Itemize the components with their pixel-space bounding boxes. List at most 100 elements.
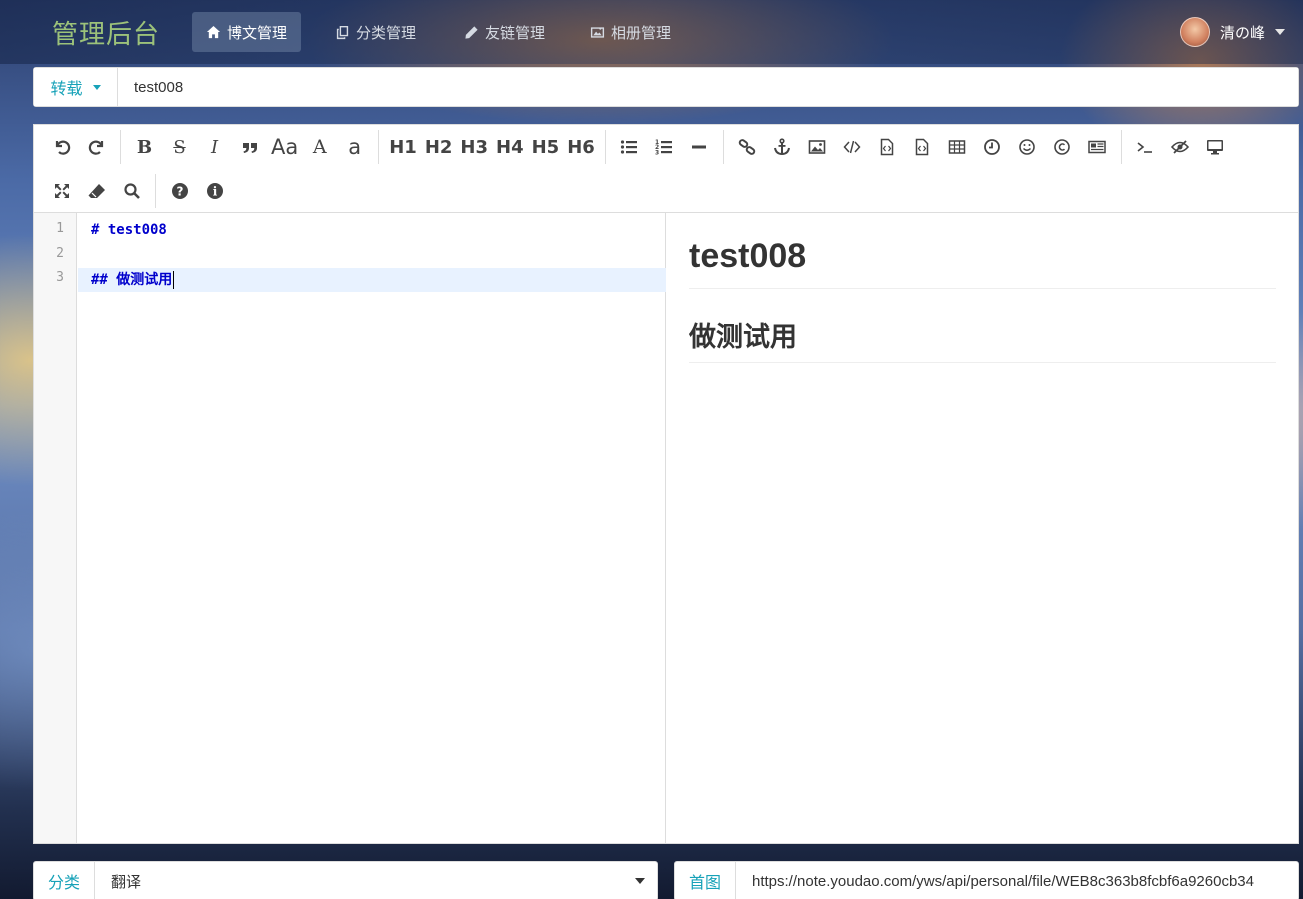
search-icon [123,183,140,199]
desktop-icon [1207,140,1224,155]
emoji-button[interactable] [1010,132,1045,162]
svg-text:3: 3 [655,150,659,157]
category-select[interactable]: 翻译 [95,862,657,899]
category-input-group: 分类 翻译 [33,861,658,899]
code-editor-pane[interactable]: # test008 ## 做测试用 [78,213,666,843]
help-button[interactable]: ? [162,176,197,206]
capitalize-button[interactable]: A [302,132,337,162]
code-line-active[interactable]: ## 做测试用 [78,268,666,292]
markdown-preview-pane: test008 做测试用 [667,213,1298,843]
pencil-icon [465,25,478,39]
expand-icon [54,184,69,198]
list-ol-icon: 123 [655,139,673,157]
image-icon [590,26,605,38]
code-line[interactable] [78,243,666,267]
chevron-down-icon [1275,29,1285,35]
nav-item-label: 友链管理 [485,24,546,42]
quote-button[interactable] [232,132,267,162]
preview-button[interactable] [1198,132,1233,162]
horizontal-rule-button[interactable] [682,132,717,162]
html-entities-button[interactable] [1045,132,1080,162]
question-circle-icon: ? [171,183,188,199]
markdown-editor: B S I Aa A a H1 H2 H3 H4 H5 H6 123 ? i 1… [33,124,1299,844]
strikethrough-button[interactable]: S [162,132,197,162]
file-code-icon [881,138,894,156]
terminal-icon [1137,142,1153,153]
home-icon [206,25,221,38]
redo-button[interactable] [79,132,114,162]
list-ul-icon [621,140,638,154]
line-number-gutter: 1 2 3 [34,213,77,843]
nav-item-label: 相册管理 [611,24,672,42]
svg-text:i: i [212,185,217,199]
line-number: 1 [56,221,64,236]
bold-button[interactable]: B [127,132,162,162]
cover-image-url-input[interactable] [736,862,1298,899]
uppercase-button[interactable]: Aa [267,132,302,162]
text-cursor [173,271,175,289]
nav-item-links[interactable]: 友链管理 [450,12,559,52]
cover-image-label: 首图 [675,862,736,899]
info-button[interactable]: i [197,176,232,206]
info-circle-icon: i [206,183,223,199]
inline-code-button[interactable] [835,132,870,162]
table-button[interactable] [940,132,975,162]
post-title-input[interactable] [118,68,1298,106]
post-type-label: 转载 [50,81,83,98]
lowercase-button[interactable]: a [337,132,372,162]
h4-button[interactable]: H4 [492,132,528,162]
line-number: 2 [56,246,64,261]
italic-button[interactable]: I [197,132,232,162]
brand-logo[interactable]: 管理后台 [52,14,160,51]
watch-toggle-button[interactable] [1163,132,1198,162]
link-button[interactable] [730,132,765,162]
newspaper-icon [1088,140,1107,154]
h5-button[interactable]: H5 [528,132,564,162]
link-icon [739,139,756,155]
h1-button[interactable]: H1 [385,132,421,162]
title-input-group: 转载 [33,67,1299,107]
chevron-down-icon [635,878,645,884]
code-block-button[interactable] [870,132,905,162]
minus-icon [692,145,707,149]
fullscreen-button[interactable] [44,176,79,206]
category-selected-value: 翻译 [111,873,142,891]
nav-item-albums[interactable]: 相册管理 [576,12,685,52]
post-type-dropdown[interactable]: 转载 [34,68,118,106]
preview-heading-2: 做测试用 [689,315,1276,363]
clear-button[interactable] [79,176,114,206]
user-name: 清の峰 [1219,24,1265,42]
nav-item-posts[interactable]: 博文管理 [192,12,302,52]
unordered-list-button[interactable] [612,132,647,162]
line-number: 3 [56,270,64,285]
undo-button[interactable] [44,132,79,162]
avatar [1179,17,1210,47]
svg-text:?: ? [176,185,183,199]
chevron-down-icon [92,84,101,90]
category-label: 分类 [34,862,95,899]
editor-toolbar: B S I Aa A a H1 H2 H3 H4 H5 H6 123 ? i [34,125,1298,213]
clock-icon [984,139,1001,155]
image-button[interactable] [800,132,835,162]
code-line[interactable]: # test008 [78,218,666,242]
nav-item-label: 博文管理 [227,24,288,42]
search-button[interactable] [114,176,149,206]
toolbar-divider [1120,130,1122,164]
pagebreak-button[interactable] [1080,132,1115,162]
h6-button[interactable]: H6 [563,132,599,162]
user-menu[interactable]: 清の峰 [1179,16,1285,48]
preformatted-button[interactable] [905,132,940,162]
goto-line-button[interactable] [1128,132,1163,162]
anchor-button[interactable] [765,132,800,162]
undo-icon [55,140,70,155]
nav-item-categories[interactable]: 分类管理 [321,12,430,52]
image-icon [808,140,826,154]
eye-slash-icon [1171,140,1190,154]
h2-button[interactable]: H2 [421,132,457,162]
toolbar-divider [378,130,380,164]
code-icon [843,140,861,154]
datetime-button[interactable] [975,132,1010,162]
ordered-list-button[interactable]: 123 [647,132,682,162]
h3-button[interactable]: H3 [456,132,492,162]
cover-image-input-group: 首图 [674,861,1299,899]
